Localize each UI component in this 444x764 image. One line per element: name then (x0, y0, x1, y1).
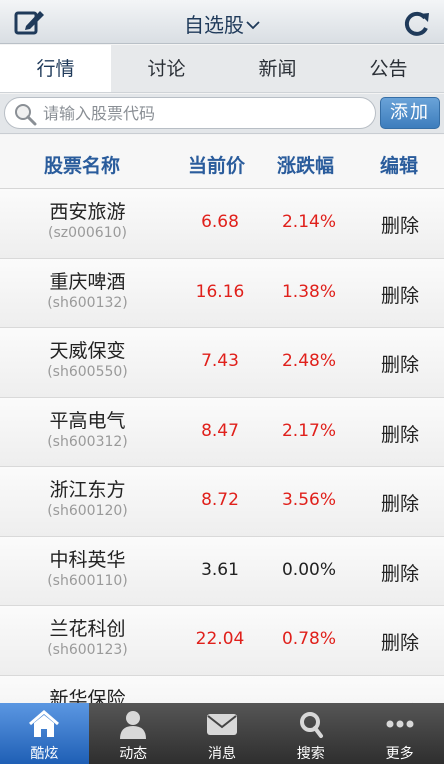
column-header: 股票名称 当前价 涨跌幅 编辑 (0, 135, 444, 189)
stock-name: 西安旅游 (49, 201, 126, 223)
stock-code-input[interactable] (43, 101, 363, 126)
refresh-icon[interactable] (402, 8, 432, 38)
nav-label: 更多 (385, 746, 414, 762)
stock-row[interactable]: 平高电气 (sh600312) 8.47 2.17% 删除 (0, 397, 444, 467)
stock-name: 平高电气 (49, 409, 126, 432)
stock-row[interactable]: 浙江东方 (sh600120) 8.72 3.56% 删除 (0, 467, 444, 537)
stock-price: 3.61 (201, 559, 239, 580)
tab-quotes[interactable]: 行情 (0, 45, 111, 92)
stock-row[interactable]: 西安旅游 (sz000610) 6.68 2.14% 删除 (0, 189, 444, 259)
chevron-down-icon (246, 21, 260, 30)
envelope-icon (206, 714, 237, 735)
stock-row[interactable]: 中科英华 (sh600110) 3.61 0.00% 删除 (0, 536, 444, 606)
nav-messages[interactable]: 消息 (178, 703, 267, 764)
stock-code: (sz000610) (47, 225, 127, 241)
delete-button[interactable]: 删除 (360, 559, 440, 586)
nav-more[interactable]: 更多 (355, 703, 444, 764)
column-edit: 编辑 (380, 155, 419, 177)
stock-price: 8.47 (201, 420, 239, 441)
stock-row[interactable]: 天威保变 (sh600550) 7.43 2.48% 删除 (0, 328, 444, 398)
nav-search[interactable]: 搜索 (266, 703, 355, 764)
stock-name: 浙江东方 (49, 479, 126, 501)
nav-label: 搜索 (296, 746, 325, 762)
stock-row[interactable]: 重庆啤酒 (sh600132) 16.16 1.38% 删除 (0, 258, 444, 328)
stock-price: 8.72 (201, 490, 239, 510)
title-bar: 自选股 (0, 0, 444, 44)
nav-label: 动态 (119, 746, 148, 762)
stock-list: 西安旅游 (sz000610) 6.68 2.14% 删除 重庆啤酒 (sh60… (0, 189, 444, 703)
more-icon (386, 720, 414, 728)
stock-code: (sh600132) (47, 294, 128, 311)
nav-cool[interactable]: 酷炫 (0, 703, 89, 764)
stock-row[interactable]: 兰花科创 (sh600123) 22.04 0.78% 删除 (0, 606, 444, 676)
delete-button[interactable]: 删除 (360, 211, 440, 238)
nav-label: 消息 (207, 746, 236, 762)
stock-change: 2.48% (281, 351, 336, 371)
add-button[interactable]: 添加 (380, 97, 440, 129)
stock-price: 22.04 (195, 629, 245, 649)
stock-name: 重庆啤酒 (49, 270, 126, 293)
stock-change: 3.56% (281, 490, 336, 510)
stock-name: 中科英华 (49, 548, 126, 571)
bottom-nav: 酷炫 动态 消息 搜索 更多 (0, 703, 444, 764)
delete-button[interactable]: 删除 (360, 350, 440, 377)
home-icon (29, 710, 60, 737)
page-title-label: 自选股 (184, 13, 244, 37)
column-price: 当前价 (188, 155, 246, 177)
stock-name: 天威保变 (49, 340, 126, 362)
stock-change: 1.38% (281, 281, 336, 302)
stock-code: (sh600120) (47, 503, 128, 519)
stock-code: (sh600110) (47, 572, 128, 589)
stock-change: 2.14% (281, 212, 336, 232)
tab-bar: 行情 讨论 新闻 公告 (0, 45, 444, 93)
search-field (4, 97, 376, 129)
stock-name: 兰花科创 (49, 618, 126, 640)
delete-button[interactable]: 删除 (360, 489, 440, 516)
person-icon (120, 711, 147, 739)
stock-price: 6.68 (201, 212, 239, 232)
delete-button[interactable]: 删除 (360, 281, 440, 308)
delete-button[interactable]: 删除 (360, 628, 440, 655)
stock-change: 2.17% (281, 420, 336, 441)
stock-code: (sh600312) (47, 433, 128, 450)
nav-activity[interactable]: 动态 (89, 703, 178, 764)
tab-news[interactable]: 新闻 (222, 45, 333, 92)
search-bar: 添加 (0, 94, 444, 134)
page-title[interactable]: 自选股 (0, 9, 444, 38)
column-change: 涨跌幅 (277, 155, 335, 177)
column-name: 股票名称 (44, 155, 121, 177)
stock-price: 7.43 (201, 351, 239, 371)
tab-discussion[interactable]: 讨论 (111, 45, 222, 92)
stock-code: (sh600123) (47, 642, 128, 658)
search-icon (299, 712, 323, 738)
stock-code: (sh600550) (47, 364, 128, 380)
stock-change: 0.78% (281, 629, 336, 649)
stock-name: 新华保险 (49, 687, 126, 704)
tab-announcements[interactable]: 公告 (333, 45, 444, 92)
nav-label: 酷炫 (30, 746, 59, 762)
stock-change: 0.00% (281, 559, 336, 580)
magnifier-icon (15, 104, 37, 126)
delete-button[interactable]: 删除 (360, 420, 440, 447)
stock-row[interactable]: 新华保险 删除 (0, 675, 444, 704)
stock-price: 16.16 (195, 281, 245, 302)
